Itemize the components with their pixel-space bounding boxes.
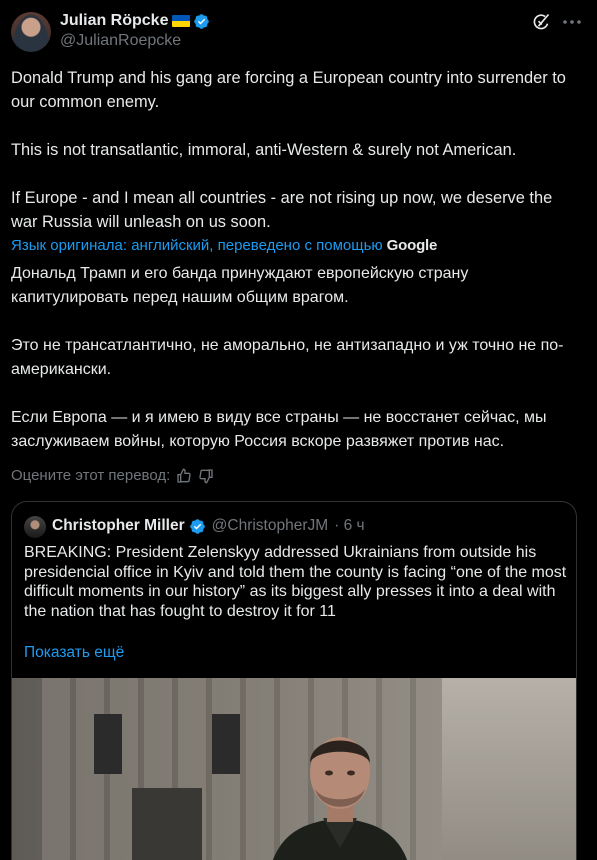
show-more-link[interactable]: Показать ещё (24, 644, 124, 662)
window-shape (94, 714, 122, 774)
quote-time[interactable]: · 6 ч (334, 517, 364, 535)
quote-text: BREAKING: President Zelenskyy addressed … (24, 544, 567, 620)
google-logo: Google (386, 237, 438, 254)
thumbs-up-icon[interactable] (176, 468, 192, 484)
quote-video-thumbnail[interactable] (12, 678, 576, 860)
translated-paragraph: Если Европа — и я имею в виду все страны… (11, 409, 547, 450)
verified-icon (189, 518, 205, 534)
grok-icon[interactable] (531, 12, 551, 32)
author-name[interactable]: Julian Röpcke (60, 12, 168, 30)
translated-paragraph: Дональд Трамп и его банда принуждают евр… (11, 265, 469, 306)
quoted-tweet[interactable]: Christopher Miller @ChristopherJM · 6 ч … (11, 501, 577, 860)
window-shape (212, 714, 240, 774)
author-name-row[interactable]: Julian Röpcke (60, 12, 210, 30)
translation-notice-text[interactable]: Язык оригинала: английский, переведено с… (11, 237, 383, 254)
post-header: Julian Röpcke @JulianRoepcke (0, 0, 597, 62)
translated-paragraph: Это не трансатлантично, не аморально, не… (11, 337, 564, 378)
translation-notice[interactable]: Язык оригинала: английский, переведено с… (11, 237, 437, 254)
author-handle[interactable]: @JulianRoepcke (60, 32, 181, 50)
post-paragraph: Donald Trump and his gang are forcing a … (11, 69, 566, 111)
verified-icon (194, 13, 210, 29)
quote-header[interactable]: Christopher Miller @ChristopherJM · 6 ч (52, 517, 365, 535)
quote-avatar[interactable] (24, 516, 46, 538)
window-shape (132, 788, 202, 860)
ukraine-flag-icon (172, 15, 191, 27)
post-paragraph: If Europe - and I mean all countries - a… (11, 189, 553, 231)
quote-author-name[interactable]: Christopher Miller (52, 517, 185, 535)
person-figure (272, 737, 408, 860)
rate-translation: Оцените этот перевод: (11, 467, 214, 484)
quote-author-handle[interactable]: @ChristopherJM (212, 517, 329, 535)
avatar[interactable] (11, 12, 51, 52)
rate-translation-label: Оцените этот перевод: (11, 467, 171, 484)
trees-background (442, 678, 576, 860)
translated-text: Дональд Трамп и его банда принуждают евр… (11, 262, 581, 454)
more-icon[interactable] (560, 10, 584, 34)
post-paragraph: This is not transatlantic, immoral, anti… (11, 141, 517, 159)
post-text: Donald Trump and his gang are forcing a … (11, 66, 581, 234)
thumbs-down-icon[interactable] (198, 468, 214, 484)
